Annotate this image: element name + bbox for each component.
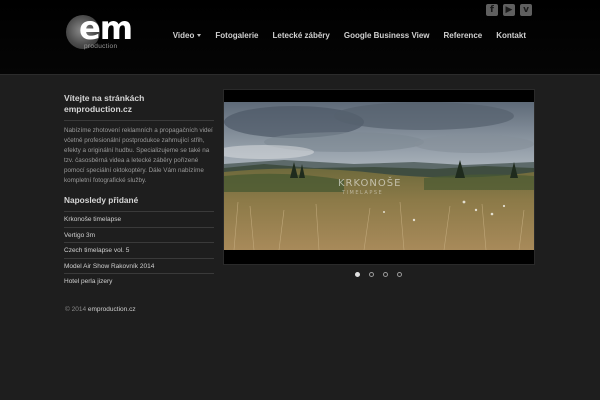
slide-image: KRKONOŠE TIMELAPSE (224, 102, 534, 250)
welcome-text: Nabízíme zhotovení reklamních a propagač… (64, 127, 213, 184)
nav-label: Fotogalerie (215, 31, 259, 40)
slider-pagination (355, 272, 402, 277)
recent-list: Krkonoše timelapse Vertigo 3m Czech time… (64, 211, 214, 289)
slider-dot-4[interactable] (397, 272, 402, 277)
nav-label: Reference (443, 31, 483, 40)
sidebar: Vítejte na stránkách emproduction.cz Nab… (64, 93, 214, 289)
slide-caption: KRKONOŠE (338, 178, 402, 189)
recent-item[interactable]: Vertigo 3m (64, 226, 214, 243)
copyright-site-link[interactable]: emproduction.cz (88, 306, 136, 313)
vimeo-icon[interactable]: v (520, 4, 532, 16)
recent-item[interactable]: Model Air Show Rakovník 2014 (64, 257, 214, 274)
nav-item-google-business-view[interactable]: Google Business View (344, 31, 430, 40)
nav-label: Letecké záběry (272, 31, 330, 40)
caret-down-icon (197, 34, 202, 37)
nav-item-kontakt[interactable]: Kontakt (496, 31, 526, 40)
logo-subtext: production (84, 43, 118, 50)
nav-label: Google Business View (343, 31, 430, 40)
image-slider[interactable]: KRKONOŠE TIMELAPSE (223, 89, 535, 265)
nav-item-reference[interactable]: Reference (444, 31, 483, 40)
social-links: f ▶ v (486, 4, 532, 16)
landscape-image (224, 102, 534, 250)
nav-item-video[interactable]: Video (173, 31, 202, 40)
recent-item[interactable]: Krkonoše timelapse (64, 211, 214, 227)
nav-label: Video (172, 31, 195, 40)
slider-dot-2[interactable] (369, 272, 374, 277)
site-header: em production f ▶ v Video Fotogalerie Le… (0, 0, 600, 75)
divider (64, 120, 214, 121)
slider-dot-1[interactable] (355, 272, 360, 277)
main-nav: Video Fotogalerie Letecké záběry Google … (173, 31, 526, 40)
copyright: © 2014 emproduction.cz (65, 306, 136, 313)
youtube-icon[interactable]: ▶ (503, 4, 515, 16)
slide-caption-sub: TIMELAPSE (342, 190, 384, 196)
slider-dot-3[interactable] (383, 272, 388, 277)
recent-title: Naposledy přidané (64, 195, 139, 205)
nav-label: Kontakt (496, 31, 526, 40)
facebook-icon[interactable]: f (486, 4, 498, 16)
welcome-title: Vítejte na stránkách emproduction.cz (64, 93, 145, 114)
nav-item-letecke-zabery[interactable]: Letecké záběry (273, 31, 330, 40)
logo-text: em (79, 9, 133, 47)
copyright-prefix: © 2014 (65, 306, 87, 313)
nav-item-fotogalerie[interactable]: Fotogalerie (215, 31, 258, 40)
site-logo[interactable]: em production (66, 12, 133, 54)
recent-item[interactable]: Czech timelapse vol. 5 (64, 242, 214, 258)
recent-item[interactable]: Hotel perla jizery (64, 273, 214, 289)
